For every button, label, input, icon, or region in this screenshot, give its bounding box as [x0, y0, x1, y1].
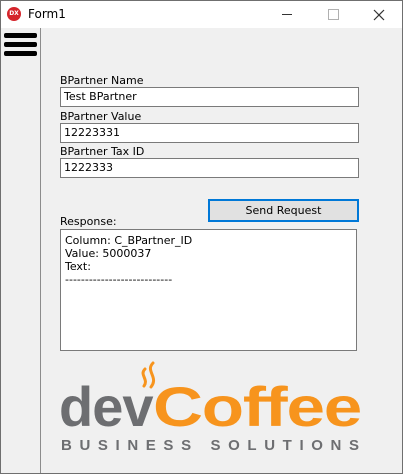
bpartner-name-input[interactable]: Test BPartner — [60, 87, 359, 107]
window-title: Form1 — [28, 7, 66, 21]
response-line: --------------------------- — [65, 273, 173, 286]
bpartner-name-label: BPartner Name — [60, 74, 144, 87]
form-window: DX Form1 BPartner Name Test BPartner BPa… — [0, 0, 403, 474]
app-icon[interactable]: DX — [7, 7, 21, 21]
logo-dev-text: dev — [59, 375, 153, 438]
minimize-button[interactable] — [264, 1, 310, 28]
close-icon — [373, 9, 385, 20]
maximize-icon — [327, 9, 339, 20]
sidebar — [1, 28, 41, 473]
hamburger-menu-icon[interactable] — [4, 31, 37, 59]
response-line: Text: — [65, 260, 91, 273]
bpartner-taxid-label: BPartner Tax ID — [60, 145, 145, 158]
logo-coffee-text: Coffee — [153, 375, 361, 438]
response-textarea[interactable]: Column: C_BPartner_ID Value: 5000037 Text:… — [60, 229, 357, 351]
title-bar[interactable]: DX Form1 — [1, 1, 402, 28]
bpartner-value-input[interactable]: 12223331 — [60, 123, 359, 143]
logo-tagline-text: BUSINESS SOLUTIONS — [61, 437, 359, 454]
send-request-button[interactable]: Send Request — [208, 199, 359, 222]
minimize-icon — [282, 14, 292, 15]
bpartner-taxid-input[interactable]: 1222333 — [60, 158, 359, 178]
bpartner-value-label: BPartner Value — [60, 110, 142, 123]
maximize-button[interactable] — [310, 1, 356, 28]
response-line: Value: 5000037 — [65, 247, 152, 260]
response-label: Response: — [60, 215, 117, 228]
close-button[interactable] — [356, 1, 402, 28]
devcoffee-logo: dev Coffee BUSINESS SOLUTIONS — [59, 361, 362, 454]
response-line: Column: C_BPartner_ID — [65, 234, 193, 247]
